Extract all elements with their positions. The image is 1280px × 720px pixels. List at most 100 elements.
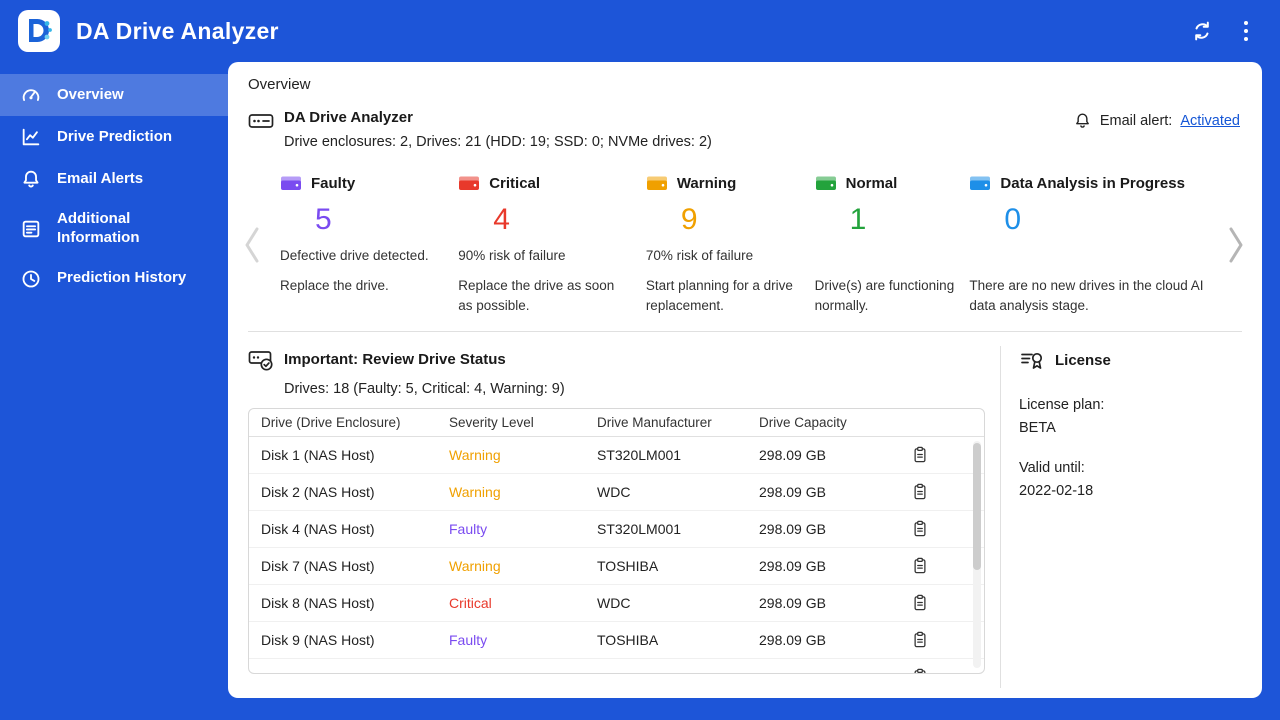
sidebar-item-additional-information[interactable]: Additional Information (0, 200, 228, 258)
email-alert-label: Email alert: (1099, 112, 1173, 129)
status-card-desc2: Replace the drive as soon as possible. (458, 278, 615, 314)
license-plan-value: BETA (1019, 419, 1056, 436)
drive-check-icon (248, 348, 274, 372)
cell-action (899, 630, 984, 649)
cell-drive: Disk 2 (NAS Host) (261, 483, 375, 500)
status-card-value: 1 (849, 203, 867, 236)
summary-subtitle: Drive enclosures: 2, Drives: 21 (HDD: 19… (284, 134, 712, 150)
sidebar-item-drive-prediction[interactable]: Drive Prediction (0, 116, 228, 158)
drive-table: Drive (Drive Enclosure) Severity Level D… (248, 407, 985, 674)
drive-status-icon (646, 174, 668, 192)
status-card-desc2: Replace the drive. (280, 278, 389, 293)
sidebar-item-label: Overview (57, 85, 124, 103)
app-title: DA Drive Analyzer (76, 17, 279, 44)
clipboard-icon[interactable] (911, 593, 929, 612)
table-row (249, 659, 984, 673)
main-panel: Overview DA Drive Analyzer Drive enclosu… (228, 62, 1262, 698)
review-subtitle: Drives: 18 (Faulty: 5, Critical: 4, Warn… (284, 380, 565, 397)
cell-capacity: 298.09 GB (759, 483, 826, 500)
sidebar-item-label: Drive Prediction (57, 127, 173, 145)
status-card-desc2: There are no new drives in the cloud AI … (969, 278, 1204, 314)
bell-icon (1073, 111, 1092, 130)
status-card-critical: Critical 4 90% risk of failure Replace t… (458, 174, 646, 317)
license-plan-label: License plan: (1019, 396, 1105, 413)
column-header-drive: Drive (Drive Enclosure) (261, 414, 401, 430)
status-cards-row: Faulty 5 Defective drive detected. Repla… (270, 174, 1218, 317)
sidebar-item-email-alerts[interactable]: Email Alerts (0, 158, 228, 200)
cell-capacity: 298.09 GB (759, 631, 826, 648)
drive-status-icon (815, 174, 837, 192)
cell-severity: Critical (449, 594, 492, 611)
cell-action (899, 556, 984, 575)
refresh-icon[interactable] (1190, 19, 1214, 43)
status-card-value: 9 (680, 203, 698, 236)
cell-capacity: 298.09 GB (759, 594, 826, 611)
column-header-manufacturer: Drive Manufacturer (597, 414, 712, 430)
table-row: Disk 9 (NAS Host) Faulty TOSHIBA 298.09 GB (249, 622, 984, 659)
sidebar-item-label: Prediction History (57, 269, 187, 287)
cell-severity: Warning (449, 557, 501, 574)
clipboard-icon[interactable] (911, 667, 929, 673)
drive-status-icon (458, 174, 480, 192)
cell-action (899, 445, 984, 464)
column-header-capacity: Drive Capacity (759, 414, 847, 430)
table-header-row: Drive (Drive Enclosure) Severity Level D… (249, 409, 984, 437)
status-card-desc1 (969, 246, 1204, 276)
sidebar-item-overview[interactable]: Overview (0, 74, 228, 116)
drive-status-icon (969, 174, 991, 192)
status-card-label: Faulty (311, 174, 356, 192)
license-title: License (1055, 352, 1111, 369)
summary-title: DA Drive Analyzer (284, 109, 413, 126)
email-alert-activated-link[interactable]: Activated (1180, 113, 1240, 129)
table-row: Disk 1 (NAS Host) Warning ST320LM001 298.09… (249, 437, 984, 474)
status-card-desc2: Drive(s) are functioning normally. (814, 278, 955, 314)
cell-manufacturer: TOSHIBA (597, 631, 659, 648)
status-card-value: 0 (1004, 203, 1022, 236)
cell-severity: Faulty (449, 631, 488, 648)
sidebar-item-prediction-history[interactable]: Prediction History (0, 258, 228, 300)
sidebar-item-label: Email Alerts (57, 169, 144, 187)
status-card-desc1: 70% risk of failure (645, 248, 754, 263)
cell-capacity: 298.09 GB (759, 557, 826, 574)
menu-kebab-icon[interactable] (1238, 19, 1255, 44)
chevron-left-icon[interactable] (234, 174, 270, 317)
clipboard-icon[interactable] (911, 630, 929, 649)
top-header-bar: DA Drive Analyzer (0, 0, 1280, 62)
table-row: Disk 7 (NAS Host) Warning TOSHIBA 298.09 GB (249, 548, 984, 585)
cell-severity: Warning (449, 483, 501, 500)
clock-icon (20, 268, 42, 290)
clipboard-icon[interactable] (911, 445, 929, 464)
status-card-warning: Warning 9 70% risk of failure Start plan… (646, 174, 815, 317)
cell-action (899, 667, 984, 673)
clipboard-icon[interactable] (911, 519, 929, 538)
status-card-label: Critical (489, 174, 541, 192)
cell-manufacturer: WDC (597, 483, 631, 500)
gauge-icon (20, 84, 42, 106)
status-card-data-analysis: Data Analysis in Progress 0 There are no… (969, 174, 1218, 317)
clipboard-icon[interactable] (911, 556, 929, 575)
status-card-value: 4 (493, 203, 510, 236)
chevron-right-icon[interactable] (1218, 174, 1254, 317)
drive-icon (248, 110, 274, 132)
table-row: Disk 2 (NAS Host) Warning WDC 298.09 GB (249, 474, 984, 511)
app-logo-icon (18, 10, 60, 52)
review-title: Important: Review Drive Status (284, 351, 506, 368)
bell-icon (20, 168, 42, 190)
status-card-faulty: Faulty 5 Defective drive detected. Repla… (280, 174, 458, 317)
table-scrollbar-track (973, 440, 981, 668)
status-card-desc1: 90% risk of failure (458, 248, 566, 263)
license-icon (1019, 349, 1045, 373)
clipboard-icon[interactable] (911, 482, 929, 501)
status-card-label: Warning (676, 174, 737, 192)
cell-drive: Disk 9 (NAS Host) (261, 631, 375, 648)
status-card-desc1: Defective drive detected. (280, 248, 429, 263)
sidebar-item-label: Additional Information (57, 210, 140, 246)
cell-capacity: 298.09 GB (759, 446, 826, 463)
cell-drive: Disk 4 (NAS Host) (261, 520, 375, 537)
cell-capacity: 298.09 GB (759, 520, 826, 537)
license-valid-label: Valid until: (1019, 459, 1085, 476)
cell-action (899, 482, 984, 501)
drive-table-body: Disk 1 (NAS Host) Warning ST320LM001 298.09… (249, 437, 984, 673)
table-scrollbar-thumb[interactable] (973, 442, 981, 570)
status-card-desc2: Start planning for a drive replacement. (645, 278, 793, 314)
